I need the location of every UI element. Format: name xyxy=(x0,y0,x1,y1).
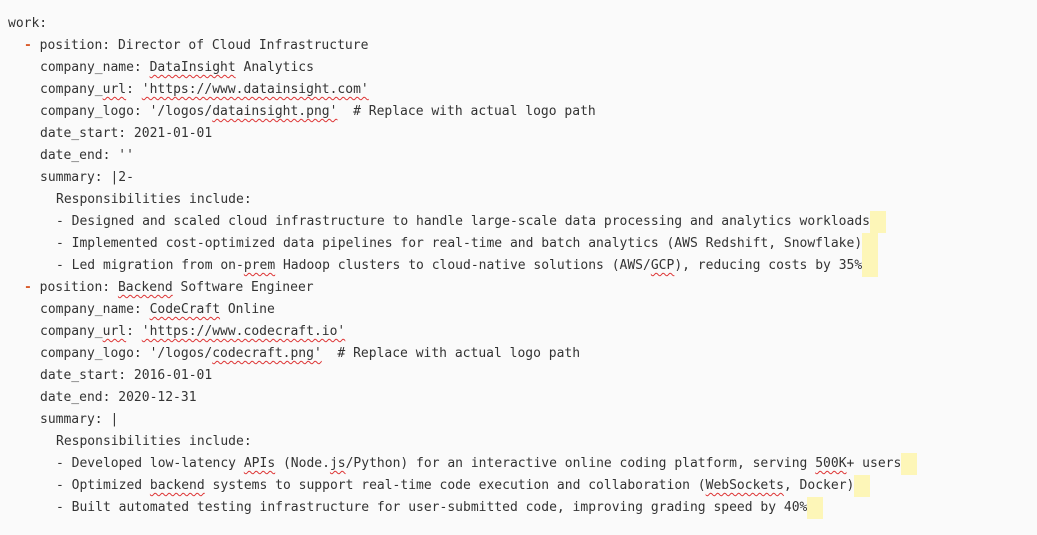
line-job1-bullet-2: - Implemented cost-optimized data pipeli… xyxy=(0,233,1037,255)
spell-error: url xyxy=(102,324,127,339)
line-job1-bullet-3: - Led migration from on-prem Hadoop clus… xyxy=(0,255,1037,277)
trailing-space-marker xyxy=(862,233,879,255)
line-job2-company-logo: company_logo: '/logos/codecraft.png' # R… xyxy=(40,346,581,361)
line-job2-position: - position: Backend Software Engineer xyxy=(24,280,314,295)
line-job2-company-url: company_url: 'https://www.codecraft.io' xyxy=(40,324,346,339)
trailing-space-marker xyxy=(807,497,824,519)
line-job1-company-logo: company_logo: '/logos/datainsight.png' #… xyxy=(40,104,596,119)
spell-error: GCP xyxy=(650,258,675,273)
spell-error: 'https://www.datainsight.com' xyxy=(141,82,369,97)
spell-error: CodeCraft xyxy=(149,302,221,317)
line-job2-bullet-2: - Optimized backend systems to support r… xyxy=(0,475,1037,497)
line-job1-summary: summary: |2- xyxy=(40,170,134,185)
trailing-space-marker xyxy=(869,211,886,233)
line-work-key: work: xyxy=(8,16,48,31)
trailing-space-marker xyxy=(862,255,879,277)
line-job1-date-start: date_start: 2021-01-01 xyxy=(40,126,213,141)
spell-error: WebSockets xyxy=(705,478,784,493)
list-dash: - xyxy=(24,38,40,53)
spell-error: APIs xyxy=(243,456,276,471)
spell-error: prem xyxy=(243,258,276,273)
spell-error: js xyxy=(329,456,346,471)
line-job2-date-end: date_end: 2020-12-31 xyxy=(40,390,197,405)
yaml-editor[interactable]: work: - position: Director of Cloud Infr… xyxy=(0,0,1037,535)
line-job2-resp-header: Responsibilities include: xyxy=(56,434,252,449)
spell-error: DataInsight xyxy=(149,60,236,75)
line-job2-company-name: company_name: CodeCraft Online xyxy=(40,302,275,317)
spell-error: codecraft.png' xyxy=(212,346,322,361)
spell-error: Backend xyxy=(117,280,173,295)
line-job1-company-name: company_name: DataInsight Analytics xyxy=(40,60,314,75)
trailing-space-marker xyxy=(901,453,918,475)
trailing-space-marker xyxy=(854,475,871,497)
line-job2-summary: summary: | xyxy=(40,412,119,427)
spell-error: backend xyxy=(149,478,205,493)
line-job1-bullet-1: - Designed and scaled cloud infrastructu… xyxy=(0,211,1037,233)
line-job2-date-start: date_start: 2016-01-01 xyxy=(40,368,213,383)
line-job1-date-end: date_end: '' xyxy=(40,148,134,163)
line-job2-bullet-3: - Built automated testing infrastructure… xyxy=(0,497,1037,519)
line-job1-resp-header: Responsibilities include: xyxy=(56,192,252,207)
line-job1-position: - position: Director of Cloud Infrastruc… xyxy=(24,38,369,53)
spell-error: url xyxy=(102,82,127,97)
list-dash: - xyxy=(24,280,40,295)
spell-error: 500K xyxy=(815,456,847,471)
spell-error: datainsight.png' xyxy=(212,104,338,119)
spell-error: 'https://www.codecraft.io' xyxy=(141,324,346,339)
line-job1-company-url: company_url: 'https://www.datainsight.co… xyxy=(40,82,369,97)
line-job2-bullet-1: - Developed low-latency APIs (Node.js/Py… xyxy=(0,453,1037,475)
